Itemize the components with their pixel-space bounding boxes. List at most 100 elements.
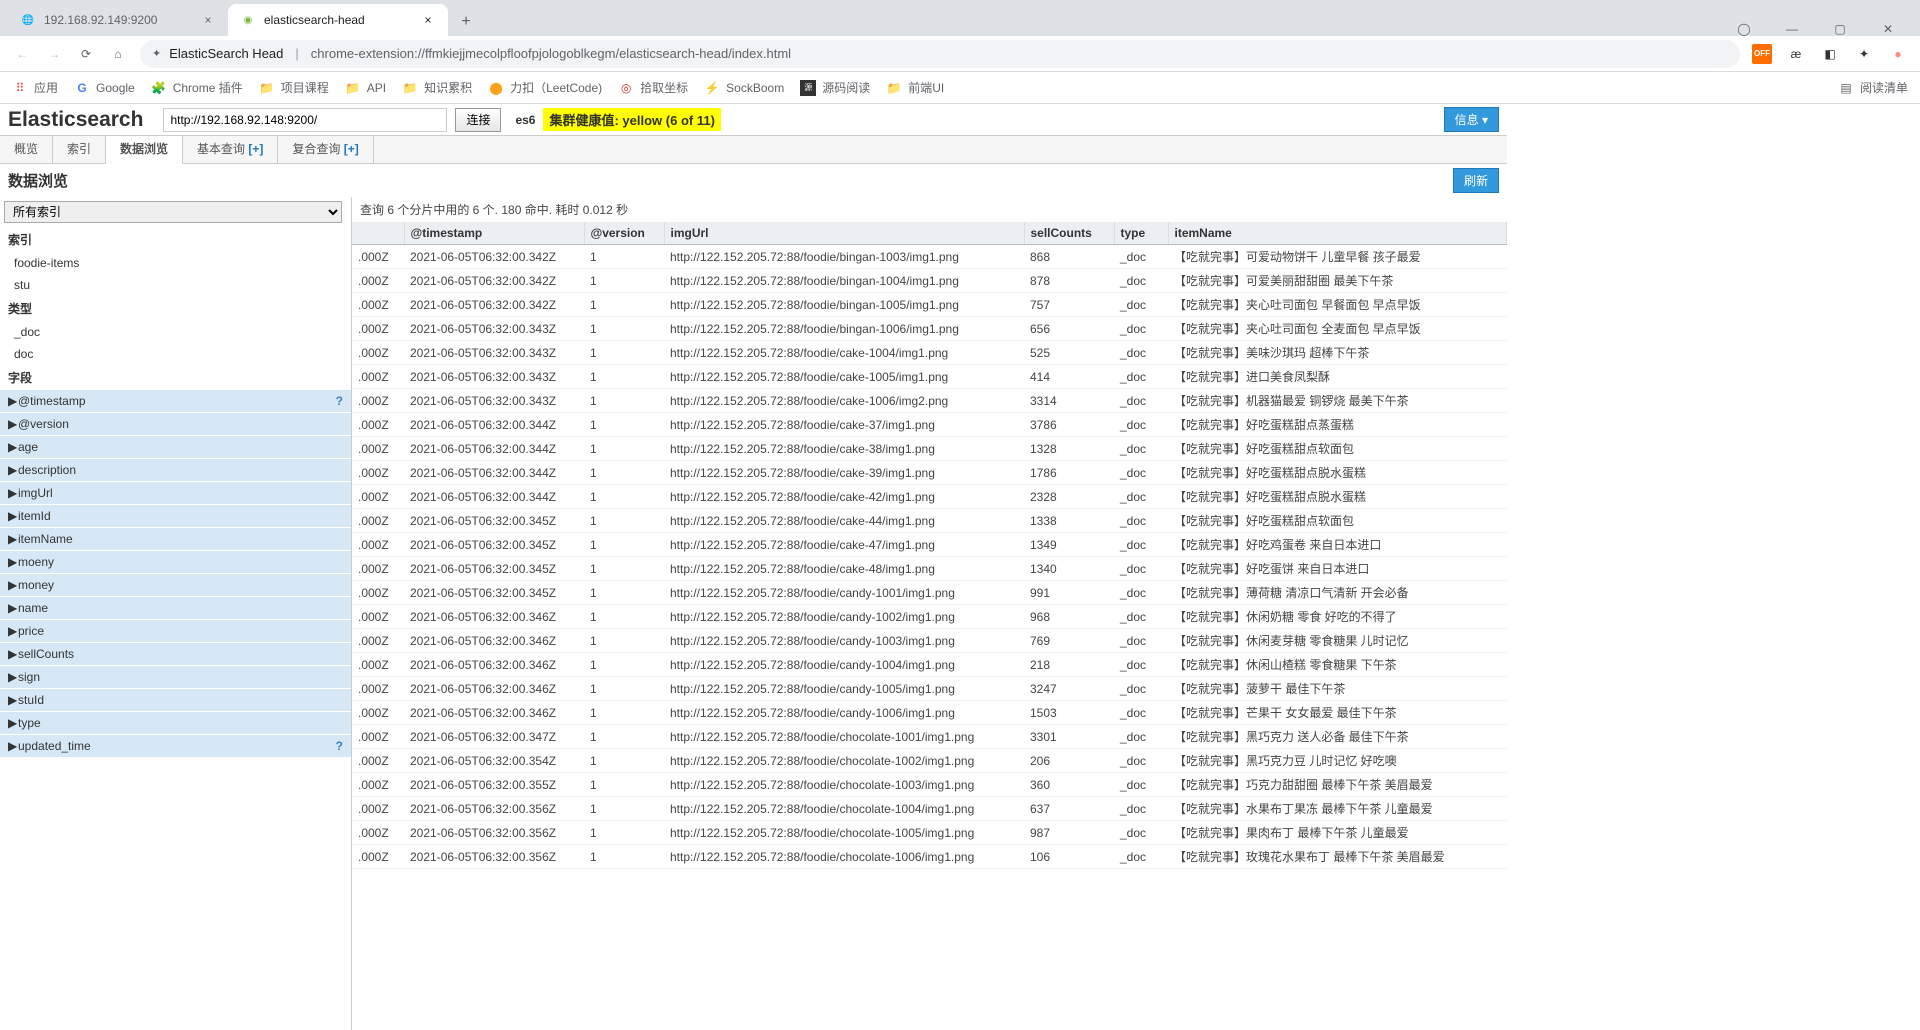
connect-button[interactable]: 连接 — [455, 108, 501, 132]
back-icon[interactable]: ← — [12, 44, 32, 64]
field-item[interactable]: ▶ stuId — [0, 689, 351, 712]
table-row[interactable]: .000Z2021-06-05T06:32:00.342Z1http://122… — [352, 245, 1507, 269]
field-item[interactable]: ▶ name — [0, 597, 351, 620]
home-icon[interactable]: ⌂ — [108, 44, 128, 64]
field-item[interactable]: ▶ itemId — [0, 505, 351, 528]
table-row[interactable]: .000Z2021-06-05T06:32:00.355Z1http://122… — [352, 773, 1507, 797]
close-icon[interactable]: × — [420, 12, 436, 28]
close-icon[interactable]: × — [200, 12, 216, 28]
target-icon: ◎ — [618, 80, 634, 96]
sidebar-item[interactable]: stu — [0, 274, 351, 296]
bookmark-item[interactable]: 🧩Chrome 插件 — [151, 79, 243, 96]
table-row[interactable]: .000Z2021-06-05T06:32:00.345Z1http://122… — [352, 509, 1507, 533]
table-row[interactable]: .000Z2021-06-05T06:32:00.346Z1http://122… — [352, 701, 1507, 725]
reload-icon[interactable]: ⟳ — [76, 44, 96, 64]
ext-icon[interactable]: OFF — [1752, 44, 1772, 64]
table-row[interactable]: .000Z2021-06-05T06:32:00.344Z1http://122… — [352, 461, 1507, 485]
table-row[interactable]: .000Z2021-06-05T06:32:00.354Z1http://122… — [352, 749, 1507, 773]
maximize-icon[interactable]: ▢ — [1828, 22, 1852, 36]
field-item[interactable]: ▶ @timestamp? — [0, 390, 351, 413]
bookmark-item[interactable]: ⚡SockBoom — [704, 80, 784, 96]
table-row[interactable]: .000Z2021-06-05T06:32:00.344Z1http://122… — [352, 413, 1507, 437]
table-row[interactable]: .000Z2021-06-05T06:32:00.344Z1http://122… — [352, 437, 1507, 461]
field-item[interactable]: ▶ @version — [0, 413, 351, 436]
ext-icon[interactable]: ◧ — [1820, 44, 1840, 64]
table-row[interactable]: .000Z2021-06-05T06:32:00.342Z1http://122… — [352, 293, 1507, 317]
column-header[interactable]: sellCounts — [1024, 222, 1114, 245]
table-row[interactable]: .000Z2021-06-05T06:32:00.356Z1http://122… — [352, 821, 1507, 845]
nav-tab[interactable]: 概览 — [0, 136, 53, 163]
account-icon[interactable]: ◯ — [1732, 22, 1756, 36]
table-row[interactable]: .000Z2021-06-05T06:32:00.343Z1http://122… — [352, 389, 1507, 413]
field-item[interactable]: ▶ age — [0, 436, 351, 459]
bookmark-item[interactable]: GGoogle — [74, 80, 135, 96]
table-row[interactable]: .000Z2021-06-05T06:32:00.356Z1http://122… — [352, 797, 1507, 821]
column-header[interactable] — [352, 222, 404, 245]
results-grid[interactable]: @timestamp@versionimgUrlsellCountstypeit… — [352, 222, 1507, 1030]
ext-icon[interactable]: æ — [1786, 44, 1806, 64]
connection-url-input[interactable] — [163, 108, 447, 132]
bookmark-item[interactable]: 📁项目课程 — [259, 79, 329, 96]
bookmark-item[interactable]: 📁前端UI — [886, 79, 944, 96]
field-item[interactable]: ▶ itemName — [0, 528, 351, 551]
bookmark-item[interactable]: 源源码阅读 — [800, 79, 870, 96]
field-item[interactable]: ▶ description — [0, 459, 351, 482]
close-window-icon[interactable]: ✕ — [1876, 22, 1900, 36]
bookmark-item[interactable]: 📁API — [345, 80, 386, 96]
sidebar-item[interactable]: doc — [0, 343, 351, 365]
omnibox[interactable]: ✦ ElasticSearch Head | chrome-extension:… — [140, 40, 1740, 68]
bookmark-item[interactable]: 📁知识累积 — [402, 79, 472, 96]
table-row[interactable]: .000Z2021-06-05T06:32:00.342Z1http://122… — [352, 269, 1507, 293]
triangle-icon: ▶ — [8, 670, 18, 684]
reading-list[interactable]: ▤阅读清单 — [1838, 79, 1908, 96]
table-row[interactable]: .000Z2021-06-05T06:32:00.345Z1http://122… — [352, 533, 1507, 557]
table-row[interactable]: .000Z2021-06-05T06:32:00.346Z1http://122… — [352, 653, 1507, 677]
table-row[interactable]: .000Z2021-06-05T06:32:00.343Z1http://122… — [352, 341, 1507, 365]
table-row[interactable]: .000Z2021-06-05T06:32:00.346Z1http://122… — [352, 605, 1507, 629]
table-row[interactable]: .000Z2021-06-05T06:32:00.343Z1http://122… — [352, 365, 1507, 389]
field-item[interactable]: ▶ imgUrl — [0, 482, 351, 505]
nav-tab[interactable]: 基本查询 [+] — [183, 136, 278, 163]
field-item[interactable]: ▶ sellCounts — [0, 643, 351, 666]
bookmark-item[interactable]: ⬤力扣（LeetCode) — [488, 79, 602, 96]
field-item[interactable]: ▶ money — [0, 574, 351, 597]
forward-icon[interactable]: → — [44, 44, 64, 64]
table-row[interactable]: .000Z2021-06-05T06:32:00.343Z1http://122… — [352, 317, 1507, 341]
column-header[interactable]: itemName — [1168, 222, 1507, 245]
sidebar-item[interactable]: foodie-items — [0, 252, 351, 274]
table-row[interactable]: .000Z2021-06-05T06:32:00.344Z1http://122… — [352, 485, 1507, 509]
field-item[interactable]: ▶ updated_time? — [0, 735, 351, 758]
table-row[interactable]: .000Z2021-06-05T06:32:00.345Z1http://122… — [352, 557, 1507, 581]
table-row[interactable]: .000Z2021-06-05T06:32:00.347Z1http://122… — [352, 725, 1507, 749]
index-select[interactable]: 所有索引 — [4, 201, 342, 223]
help-icon[interactable]: ? — [336, 394, 343, 408]
table-row[interactable]: .000Z2021-06-05T06:32:00.346Z1http://122… — [352, 677, 1507, 701]
browser-tab-0[interactable]: 🌐 192.168.92.149:9200 × — [8, 4, 228, 36]
refresh-button[interactable]: 刷新 — [1453, 168, 1499, 193]
bookmark-item[interactable]: ◎拾取坐标 — [618, 79, 688, 96]
column-header[interactable]: type — [1114, 222, 1168, 245]
nav-tab[interactable]: 数据浏览 — [106, 136, 183, 164]
info-button[interactable]: 信息 ▾ — [1444, 107, 1499, 132]
table-row[interactable]: .000Z2021-06-05T06:32:00.356Z1http://122… — [352, 845, 1507, 869]
field-item[interactable]: ▶ moeny — [0, 551, 351, 574]
table-row[interactable]: .000Z2021-06-05T06:32:00.345Z1http://122… — [352, 581, 1507, 605]
app-header: Elasticsearch 连接 es6 集群健康值: yellow (6 of… — [0, 104, 1507, 136]
new-tab-button[interactable]: + — [452, 8, 480, 36]
column-header[interactable]: imgUrl — [664, 222, 1024, 245]
help-icon[interactable]: ? — [336, 739, 343, 753]
field-item[interactable]: ▶ type — [0, 712, 351, 735]
profile-icon[interactable]: ● — [1888, 44, 1908, 64]
field-item[interactable]: ▶ price — [0, 620, 351, 643]
column-header[interactable]: @timestamp — [404, 222, 584, 245]
nav-tab[interactable]: 索引 — [53, 136, 106, 163]
extensions-icon[interactable]: ✦ — [1854, 44, 1874, 64]
nav-tab[interactable]: 复合查询 [+] — [278, 136, 373, 163]
sidebar-item[interactable]: _doc — [0, 321, 351, 343]
minimize-icon[interactable]: — — [1780, 22, 1804, 36]
apps-bookmark[interactable]: ⠿应用 — [12, 79, 58, 96]
column-header[interactable]: @version — [584, 222, 664, 245]
field-item[interactable]: ▶ sign — [0, 666, 351, 689]
table-row[interactable]: .000Z2021-06-05T06:32:00.346Z1http://122… — [352, 629, 1507, 653]
browser-tab-1[interactable]: ◉ elasticsearch-head × — [228, 4, 448, 36]
